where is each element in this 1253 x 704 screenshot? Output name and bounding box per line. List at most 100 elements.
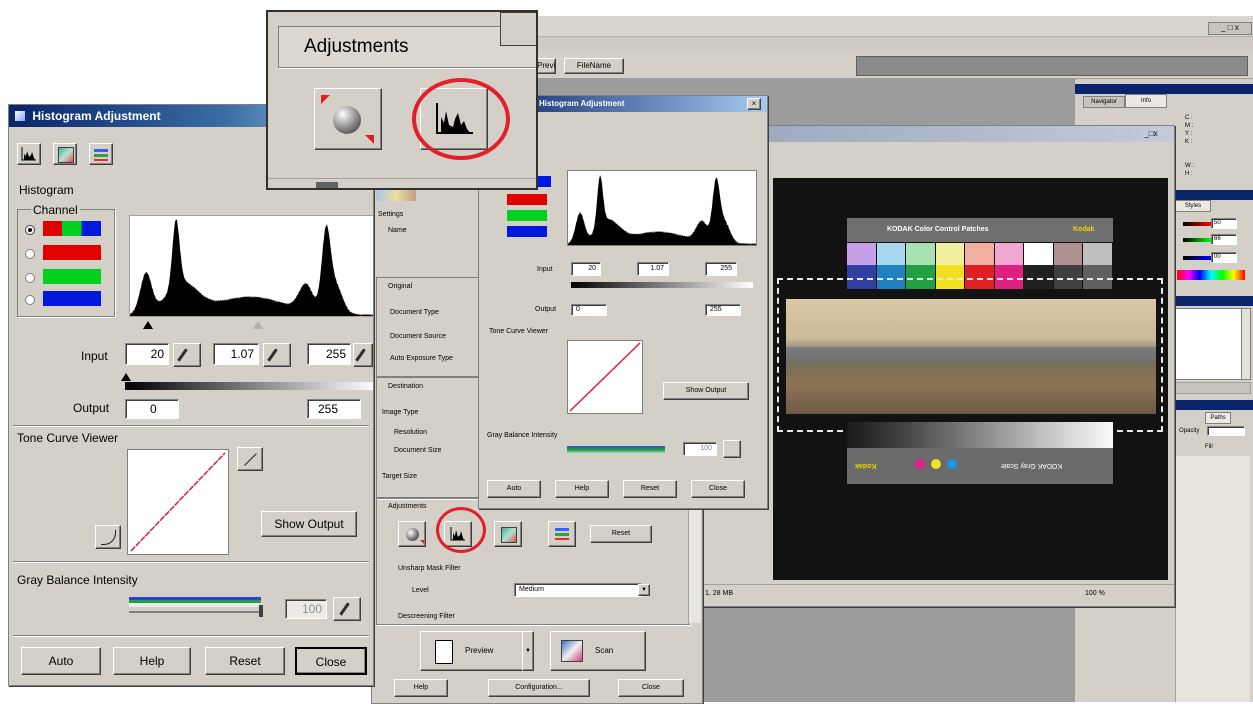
- gray-balance-field[interactable]: 100: [285, 599, 327, 619]
- image-type-label[interactable]: Image Type: [382, 409, 418, 416]
- small-input-white[interactable]: 255: [705, 262, 737, 276]
- info-tab-navigator[interactable]: Navigator: [1083, 96, 1125, 108]
- green-value[interactable]: 66: [1211, 234, 1237, 245]
- tone-curve-mode-button[interactable]: [53, 143, 77, 165]
- adjustments-reset-button[interactable]: Reset: [590, 525, 652, 543]
- level-select-arrow[interactable]: ▼: [638, 584, 650, 596]
- main-help-button[interactable]: Help: [394, 679, 448, 697]
- small-show-output-button[interactable]: Show Output: [663, 382, 749, 400]
- small-output-label: Output: [535, 306, 557, 313]
- output-gradient[interactable]: [125, 382, 373, 390]
- opacity-field[interactable]: [1207, 426, 1245, 436]
- small-histogram-ch-green[interactable]: [507, 210, 547, 221]
- small-auto-button[interactable]: Auto: [487, 480, 541, 498]
- channel-green-radio[interactable]: [25, 273, 35, 283]
- blue-value[interactable]: 00: [1211, 252, 1237, 263]
- input-gamma-slider[interactable]: [253, 321, 263, 329]
- histogram-mode-icon: [21, 147, 36, 161]
- linear-curve-icon: [244, 453, 257, 466]
- styles-tab[interactable]: Styles: [1175, 200, 1211, 212]
- document-icon: [435, 640, 453, 664]
- histogram-mode-button[interactable]: [17, 143, 41, 165]
- output-black-slider[interactable]: [121, 373, 131, 381]
- channel-red-radio[interactable]: [25, 249, 35, 259]
- input-gamma-field[interactable]: 1.07: [213, 343, 259, 365]
- zoom-auto-exposure-button[interactable]: [314, 88, 382, 150]
- input-white-field[interactable]: 255: [307, 343, 351, 365]
- histogram-graph: [129, 215, 373, 317]
- gray-balance-slider[interactable]: [129, 597, 261, 607]
- small-input-gamma[interactable]: 1.07: [637, 262, 669, 276]
- fill-label: Fill: [1205, 444, 1213, 450]
- color-patch: [1024, 243, 1053, 265]
- sphere-icon: [406, 528, 419, 541]
- small-output-white[interactable]: 255: [705, 304, 741, 316]
- small-histogram-ch-blue[interactable]: [507, 226, 547, 237]
- small-gray-balance-value[interactable]: 100: [683, 442, 717, 456]
- toolbar-filename-button[interactable]: FileName: [564, 58, 624, 74]
- small-gray-picker[interactable]: [723, 440, 741, 458]
- reset-button[interactable]: Reset: [205, 647, 285, 675]
- white-point-picker[interactable]: [353, 343, 373, 367]
- show-output-button[interactable]: Show Output: [261, 511, 357, 537]
- black-point-picker[interactable]: [173, 343, 201, 367]
- zoom-top-right-button[interactable]: [500, 12, 536, 46]
- auto-button[interactable]: Auto: [21, 647, 101, 675]
- main-close-button[interactable]: Close: [618, 679, 684, 697]
- configuration-button[interactable]: Configuration...: [488, 679, 590, 697]
- red-slider[interactable]: [1183, 222, 1211, 226]
- histogram-dialog-title: Histogram Adjustment: [32, 109, 161, 123]
- red-value[interactable]: 50: [1211, 218, 1237, 229]
- small-gray-balance-slider[interactable]: [567, 446, 665, 454]
- close-button[interactable]: Close: [295, 647, 367, 675]
- channel-green-swatch[interactable]: [43, 269, 101, 284]
- preview-window-controls[interactable]: _□x: [1133, 129, 1169, 139]
- gray-balance-thumb[interactable]: [259, 605, 263, 617]
- channel-rgb-radio[interactable]: [25, 225, 35, 235]
- color-ramp[interactable]: [1177, 270, 1245, 280]
- small-help-button[interactable]: Help: [555, 480, 609, 498]
- small-input-black[interactable]: 20: [571, 262, 601, 276]
- small-reset-button[interactable]: Reset: [623, 480, 677, 498]
- window-controls[interactable]: _ □ x: [1208, 22, 1252, 35]
- gray-point-picker[interactable]: [263, 343, 291, 367]
- history-scroll[interactable]: [1241, 308, 1251, 380]
- green-slider[interactable]: [1183, 238, 1211, 242]
- app-titlebar: [536, 16, 1253, 37]
- level-select[interactable]: Medium: [514, 583, 642, 597]
- descreening-checkbox[interactable]: Descreening Filter: [398, 613, 455, 620]
- unsharp-mask-checkbox[interactable]: Unsharp Mask Filter: [398, 565, 461, 572]
- target-size-label[interactable]: Target Size: [382, 473, 417, 480]
- channel-red-swatch[interactable]: [43, 245, 101, 260]
- blue-slider[interactable]: [1183, 256, 1211, 260]
- preview-button[interactable]: Preview: [420, 631, 530, 671]
- color-sliders-mode-icon: [94, 149, 108, 152]
- small-close-button[interactable]: Close: [691, 480, 745, 498]
- preview-dropdown[interactable]: ▼: [522, 631, 534, 671]
- scan-button[interactable]: Scan: [550, 631, 646, 671]
- color-balance-icon-button[interactable]: [548, 521, 576, 547]
- gray-balance-picker[interactable]: [333, 597, 361, 621]
- status-zoom: 100 %: [1085, 590, 1105, 597]
- small-input-gradient[interactable]: [571, 282, 753, 288]
- document-source-label: Document Source: [390, 333, 447, 340]
- info-tab-info[interactable]: Info: [1125, 94, 1167, 108]
- output-black-field[interactable]: 0: [125, 399, 179, 419]
- channel-blue-swatch[interactable]: [43, 291, 101, 306]
- input-black-field[interactable]: 20: [125, 343, 169, 365]
- color-balance-mode-button[interactable]: [89, 143, 113, 165]
- channel-blue-radio[interactable]: [25, 295, 35, 305]
- tone-curve-preset-button[interactable]: [95, 525, 121, 549]
- auto-exposure-icon-button[interactable]: [398, 521, 426, 547]
- small-histogram-close-x[interactable]: ×: [747, 98, 761, 110]
- tone-curve-linear-button[interactable]: [237, 447, 263, 471]
- channel-rgb-swatch[interactable]: [43, 221, 101, 236]
- output-white-field[interactable]: 255: [307, 399, 361, 419]
- small-histogram-ch-red[interactable]: [507, 194, 547, 205]
- paths-tab[interactable]: Paths: [1205, 412, 1231, 424]
- toolbar-preview-button[interactable]: Preview: [536, 58, 556, 74]
- input-black-slider[interactable]: [143, 321, 153, 329]
- small-output-black[interactable]: 0: [571, 304, 607, 316]
- help-button[interactable]: Help: [113, 647, 191, 675]
- tone-curve-icon-button[interactable]: [494, 521, 522, 547]
